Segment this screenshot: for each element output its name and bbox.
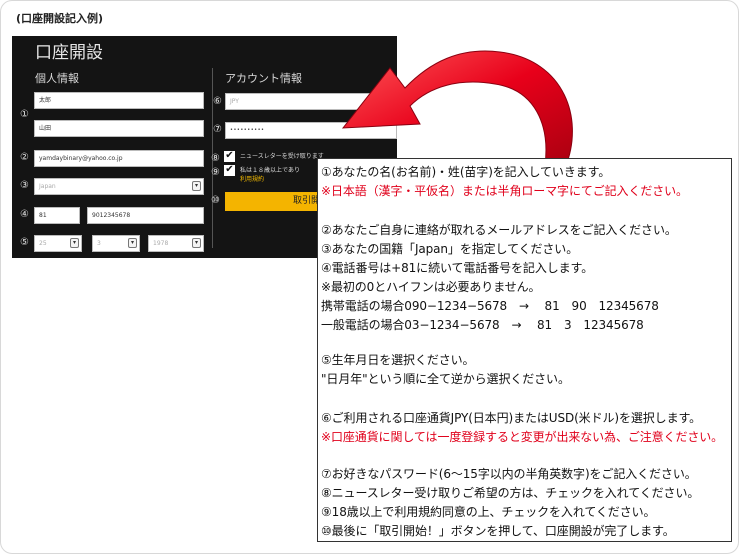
note-line: ⑦お好きなパスワード(6〜15字以内の半角英数字)をご記入ください。 [321,467,697,481]
note-line: ②あなたご自身に連絡が取れるメールアドレスをご記入ください。 [321,223,677,237]
note-line: ⑤生年月日を選択ください。 [321,353,475,367]
note-line: ⑩最後に「取引開始！」ボタンを押して、口座開設が完了します。 [321,524,675,538]
note-line: ③あなたの国籍「Japan」を指定してください。 [321,242,579,256]
note-line: ※最初の0とハイフンは必要ありません。 [321,280,541,294]
note-line-warning: ※日本語（漢字・平仮名）または半角ローマ字にてご記入ください。 [321,184,688,198]
note-line-warning: ※口座通貨に関しては一度登録すると変更が出来ない為、ご注意ください。 [321,430,724,444]
note-line: ⑧ニュースレター受け取りご希望の方は、チェックを入れてください。 [321,486,700,500]
note-line: "日月年"という順に全て逆から選択ください。 [321,372,570,386]
instructions-panel: ①あなたの名(お名前)・姓(苗字)を記入していきます。 ※日本語（漢字・平仮名）… [317,158,732,542]
note-line: ⑨18歳以上で利用規約同意の上、チェックを入れてください。 [321,505,656,519]
note-line: 携帯電話の場合090−1234−5678 → 81 90 12345678 [321,299,659,313]
note-line: 一般電話の場合03−1234−5678 → 81 3 12345678 [321,318,644,332]
note-line: ①あなたの名(お名前)・姓(苗字)を記入していきます。 [321,165,611,179]
note-line: ④電話番号は+81に続いて電話番号を記入します。 [321,261,594,275]
note-line: ⑥ご利用される口座通貨JPY(日本円)またはUSD(米ドル)を選択します。 [321,411,702,425]
